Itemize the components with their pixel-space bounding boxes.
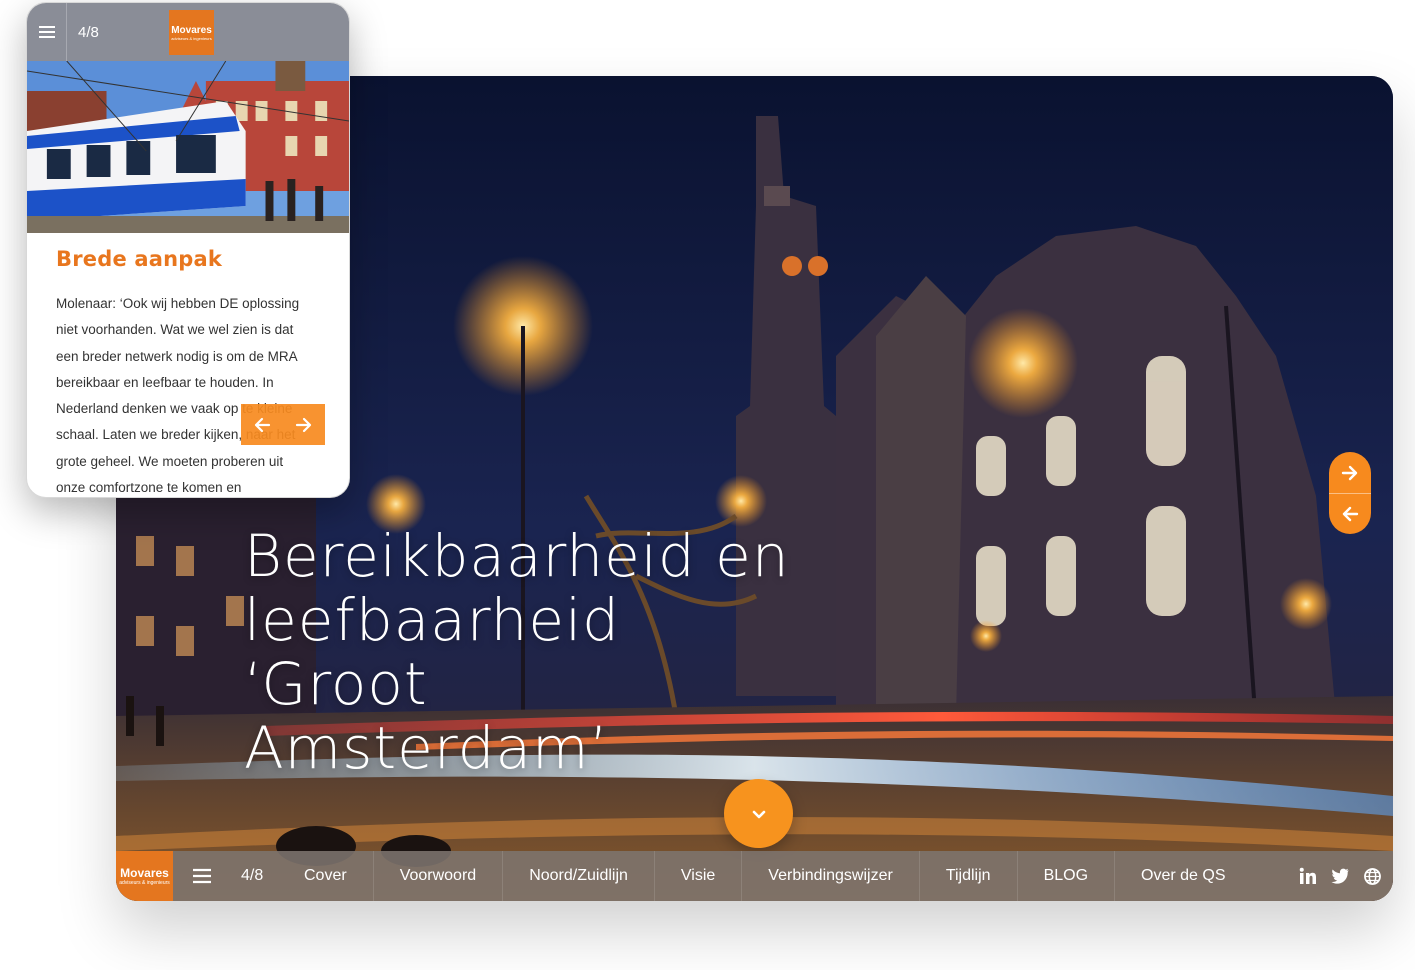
logo-tagline: adviseurs & ingenieurs [171,35,212,41]
mobile-header: 4/8 Movares adviseurs & ingenieurs [27,3,349,61]
previous-slide-button[interactable] [1329,493,1371,534]
twitter-link[interactable] [1331,867,1349,885]
chevron-down-icon [752,810,765,818]
body-line: niet voorhanden. Wat we wel zien is dat [56,322,294,338]
mobile-article: Brede aanpak Molenaar: ‘Ook wij hebben D… [27,233,349,497]
mobile-menu-button[interactable] [27,3,67,61]
mobile-next-button[interactable] [283,404,325,445]
nav-item-over-de-qs[interactable]: Over de QS [1114,851,1251,901]
nav-item-tijdlijn[interactable]: Tijdlijn [918,851,1017,901]
nav-item-voorwoord[interactable]: Voorwoord [372,851,503,901]
hamburger-icon [38,26,55,38]
body-line: bereikbaar en leefbaar te houden. In [56,374,274,390]
article-body: Molenaar: ‘Ook wij hebben DE oplossing n… [56,291,320,497]
article-heading: Brede aanpak [56,247,223,271]
chapter-nav: Cover Voorwoord Noord/Zuidlijn Visie Ver… [288,851,1252,901]
arrow-right-icon [295,417,312,432]
arrow-right-icon [1341,465,1358,480]
logo-name: Movares [120,866,169,880]
body-line: onze comfortzone te komen en [56,480,242,496]
mobile-movares-logo[interactable]: Movares adviseurs & ingenieurs [169,10,214,55]
tram-photo [27,61,349,233]
scroll-down-button[interactable] [724,779,793,848]
next-slide-button[interactable] [1329,452,1371,493]
globe-icon [1363,867,1381,885]
bottom-navigation-bar: Movares adviseurs & ingenieurs 4/8 Cover… [116,851,1393,901]
linkedin-icon [1299,867,1316,884]
menu-button[interactable] [173,851,231,901]
nav-item-noord-zuidlijn[interactable]: Noord/Zuidlijn [502,851,654,901]
linkedin-link[interactable] [1299,867,1317,885]
nav-item-verbindingswijzer[interactable]: Verbindingswijzer [741,851,919,901]
movares-logo[interactable]: Movares adviseurs & ingenieurs [116,851,173,901]
website-link[interactable] [1363,867,1381,885]
arrow-left-icon [254,417,271,432]
hero-title: Bereikbaarheid en leefbaarheid ‘Groot Am… [244,522,790,782]
logo-name: Movares [171,24,212,36]
body-line: grote geheel. We moeten proberen uit [56,453,284,469]
slide-navigation [1329,452,1371,534]
mobile-slide-navigation [241,404,325,445]
logo-tagline: adviseurs & ingenieurs [119,880,170,886]
body-line: een breder netwerk nodig is om de MRA [56,348,298,364]
nav-item-visie[interactable]: Visie [653,851,741,901]
twitter-icon [1331,868,1349,884]
mobile-page-counter: 4/8 [78,23,99,41]
mobile-previous-button[interactable] [241,404,283,445]
social-links [1299,867,1393,885]
page-counter: 4/8 [241,867,264,884]
hamburger-icon [193,868,211,884]
nav-item-cover[interactable]: Cover [288,851,373,901]
nav-item-blog[interactable]: BLOG [1016,851,1114,901]
body-line: Molenaar: ‘Ook wij hebben DE oplossing [56,296,300,311]
arrow-left-icon [1342,506,1359,522]
mobile-preview: 4/8 Movares adviseurs & ingenieurs Brede… [26,2,350,498]
